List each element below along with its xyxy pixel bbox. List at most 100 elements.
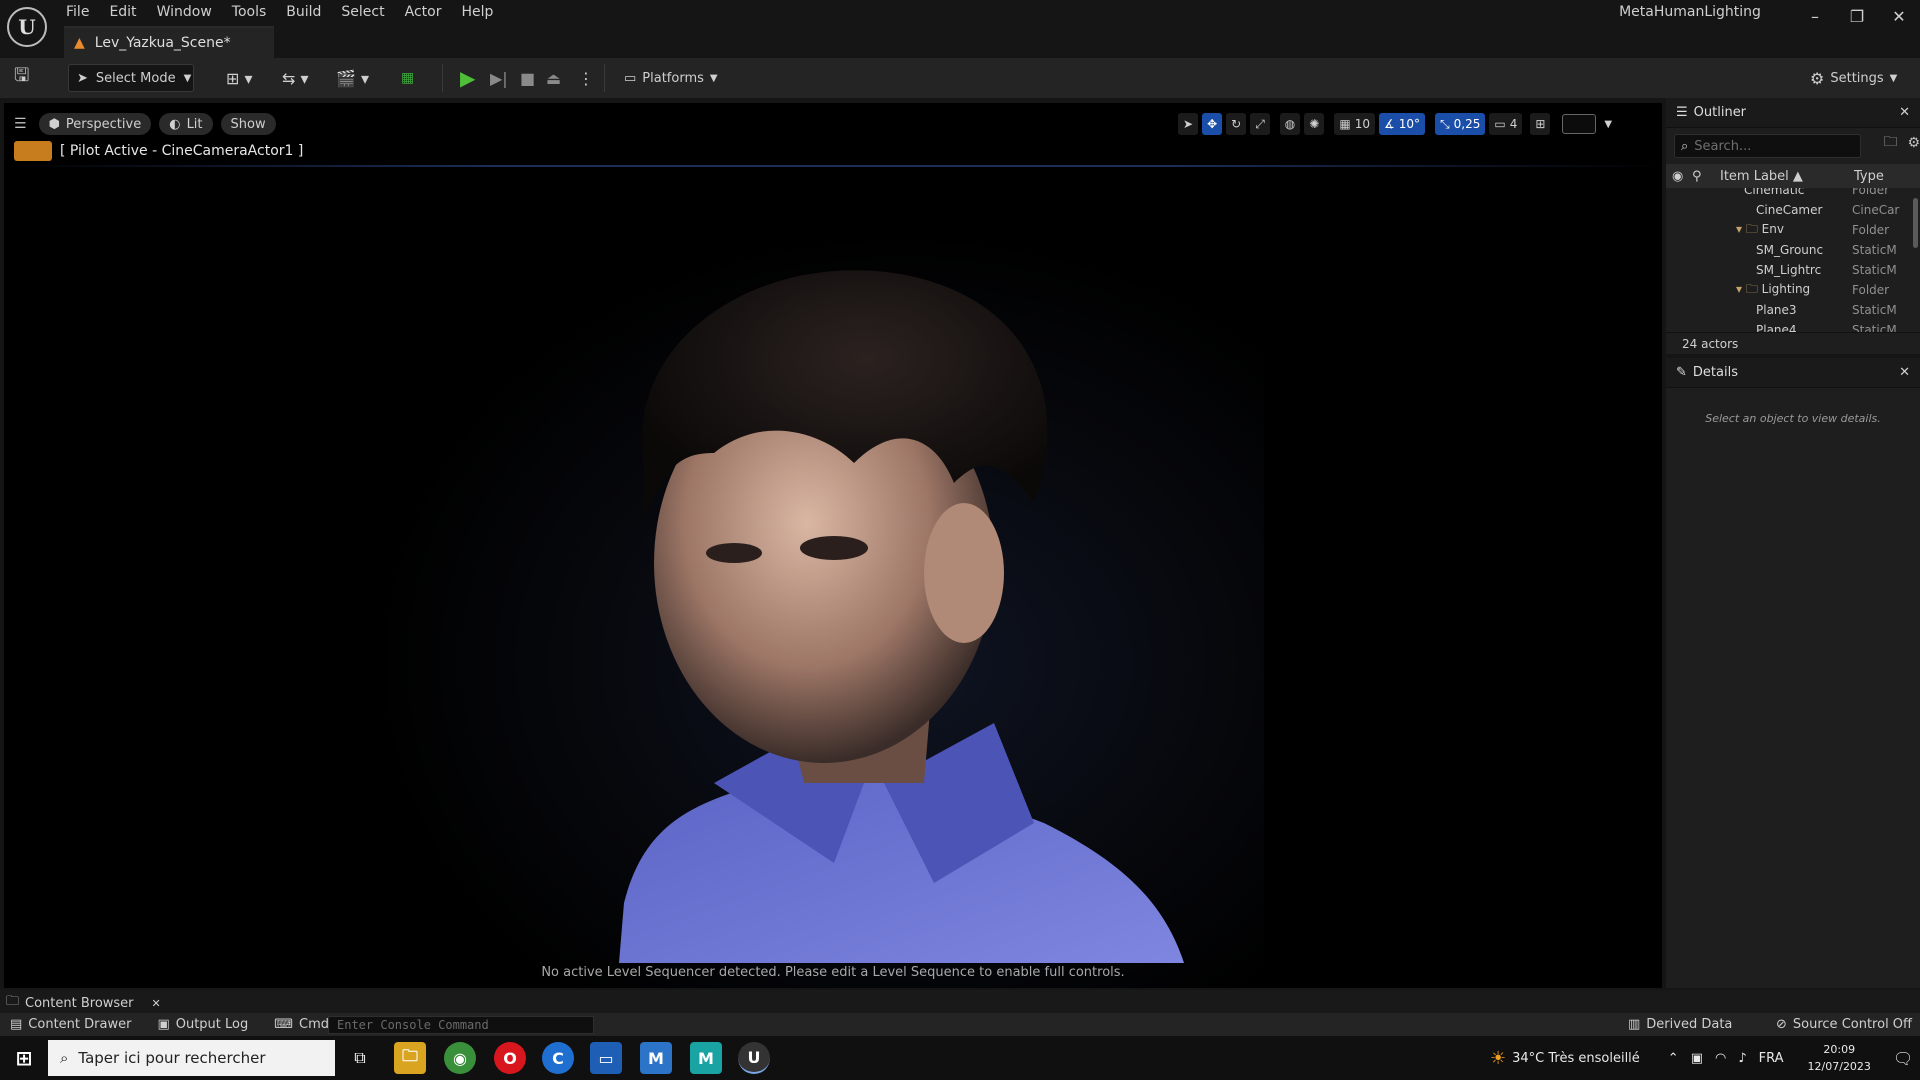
chevron-down-icon[interactable]: ▼ bbox=[1604, 119, 1612, 130]
scale-snap-button[interactable]: ⤡ 0,25 bbox=[1435, 113, 1486, 135]
maya-icon[interactable]: M bbox=[640, 1042, 672, 1074]
system-tray: ☀ 34°C Très ensoleillé ⌃ ▣ ◠ ♪ FRA 20:09… bbox=[1490, 1036, 1913, 1080]
world-space-icon[interactable]: ◍ bbox=[1279, 113, 1301, 135]
window-app-icon[interactable]: ▭ bbox=[590, 1042, 622, 1074]
tree-row-plane4[interactable]: Plane4 StaticM bbox=[1666, 320, 1920, 332]
menu-select[interactable]: Select bbox=[331, 0, 394, 24]
gear-icon[interactable]: ⚙ bbox=[1907, 135, 1920, 151]
step-icon[interactable]: ▶| bbox=[490, 64, 508, 92]
settings-dropdown[interactable]: ⚙ Settings ▼ bbox=[1810, 64, 1897, 92]
layout-icon[interactable]: ⊞ bbox=[1530, 113, 1551, 135]
save-icon[interactable]: 🖫 bbox=[14, 64, 29, 92]
menu-file[interactable]: File bbox=[56, 0, 99, 24]
show-button[interactable]: Show bbox=[220, 113, 276, 135]
tree-row-sm-ground[interactable]: SM_Grounc StaticM bbox=[1666, 240, 1920, 260]
select-mode-dropdown[interactable]: ➤ Select Mode ▼ bbox=[68, 64, 194, 92]
tree-row-lighting[interactable]: ▾ 🗀 Lighting Folder bbox=[1666, 280, 1920, 300]
more-options-icon[interactable]: ⋮ bbox=[578, 64, 594, 92]
source-control-off-icon: ⊘ bbox=[1776, 1017, 1787, 1032]
pin-icon[interactable]: ⚲ bbox=[1692, 169, 1712, 184]
add-actor-icon[interactable]: ⊞ ▾ bbox=[226, 64, 253, 92]
grid-snap-button[interactable]: ▦ 10 bbox=[1334, 113, 1375, 135]
menu-actor[interactable]: Actor bbox=[395, 0, 452, 24]
play-icon[interactable]: ▶ bbox=[460, 64, 475, 92]
rotation-snap-button[interactable]: ∡ 10° bbox=[1378, 113, 1426, 135]
visibility-icon[interactable]: ◉ bbox=[1672, 169, 1692, 184]
source-control-button[interactable]: ⊘ Source Control Off bbox=[1776, 1017, 1912, 1032]
type-column[interactable]: Type bbox=[1854, 169, 1884, 184]
level-tab-label: Lev_Yazkua_Scene* bbox=[94, 35, 231, 51]
volume-icon[interactable]: ♪ bbox=[1738, 1051, 1746, 1066]
taskbar-search[interactable]: ⌕ Taper ici pour rechercher bbox=[48, 1040, 335, 1076]
cursor-icon: ➤ bbox=[77, 70, 88, 86]
unreal-editor-icon[interactable]: U bbox=[738, 1042, 770, 1074]
add-folder-icon[interactable]: 🗀 bbox=[1883, 131, 1897, 155]
rotation-snap-value: 10° bbox=[1398, 117, 1421, 131]
viewport-menu-icon[interactable]: ☰ bbox=[14, 116, 27, 132]
notifications-icon[interactable]: 🗨 bbox=[1893, 1049, 1913, 1068]
close-icon[interactable]: ✕ bbox=[1899, 365, 1910, 380]
platforms-dropdown[interactable]: ▭ Platforms ▼ bbox=[624, 64, 718, 92]
app-c-icon[interactable]: C bbox=[542, 1042, 574, 1074]
close-icon[interactable]: ✕ bbox=[1878, 7, 1920, 26]
viewport-layout-icon[interactable] bbox=[1562, 114, 1597, 134]
restore-icon[interactable]: ❐ bbox=[1836, 7, 1878, 26]
wifi-icon[interactable]: ◠ bbox=[1715, 1051, 1726, 1066]
output-log-button[interactable]: ▣ Output Log bbox=[157, 1017, 248, 1032]
cinematics-icon[interactable]: 🎬 ▾ bbox=[336, 64, 369, 92]
weather-icon[interactable]: ☀ bbox=[1490, 1048, 1506, 1069]
camera-speed-button[interactable]: ▭ 4 bbox=[1489, 113, 1523, 135]
chrome-icon[interactable]: ◉ bbox=[444, 1042, 476, 1074]
details-empty-message: Select an object to view details. bbox=[1705, 412, 1881, 425]
modes-icon[interactable]: ▦ bbox=[401, 64, 414, 92]
scale-tool-icon[interactable]: ⤢ bbox=[1250, 113, 1270, 135]
pilot-camera-icon[interactable] bbox=[14, 141, 52, 161]
surface-snap-icon[interactable]: ✺ bbox=[1304, 113, 1325, 135]
lit-button[interactable]: ◐ Lit bbox=[159, 113, 213, 135]
content-drawer-button[interactable]: ▤ Content Drawer bbox=[10, 1017, 131, 1032]
rotate-tool-icon[interactable]: ↻ bbox=[1226, 113, 1247, 135]
tree-row-sm-lightroom[interactable]: SM_Lightrc StaticM bbox=[1666, 260, 1920, 280]
windows-start-icon[interactable]: ⊞ bbox=[8, 1042, 40, 1074]
level-tab[interactable]: ▲ Lev_Yazkua_Scene* bbox=[64, 26, 274, 58]
derived-data-button[interactable]: ▥ Derived Data bbox=[1628, 1017, 1732, 1032]
tree-row-cinecamera[interactable]: CineCamer CineCar bbox=[1666, 200, 1920, 220]
tree-row-env[interactable]: ▾ 🗀 Env Folder bbox=[1666, 220, 1920, 240]
eject-icon[interactable]: ⏏ bbox=[546, 64, 561, 92]
weather-label[interactable]: 34°C Très ensoleillé bbox=[1512, 1051, 1640, 1066]
metahuman-icon[interactable]: M bbox=[690, 1042, 722, 1074]
file-explorer-icon[interactable]: 🗀 bbox=[394, 1042, 426, 1074]
menu-edit[interactable]: Edit bbox=[99, 0, 146, 24]
menu-window[interactable]: Window bbox=[147, 0, 222, 24]
outliner-scrollbar[interactable] bbox=[1913, 198, 1918, 248]
menu-tools[interactable]: Tools bbox=[222, 0, 277, 24]
clock[interactable]: 20:09 12/07/2023 bbox=[1808, 1041, 1871, 1075]
network-icon[interactable]: ▣ bbox=[1691, 1051, 1703, 1066]
language-indicator[interactable]: FRA bbox=[1759, 1051, 1784, 1066]
platforms-label: Platforms bbox=[642, 70, 704, 86]
perspective-button[interactable]: ⬢ Perspective bbox=[38, 113, 152, 135]
select-tool-icon[interactable]: ➤ bbox=[1178, 113, 1199, 135]
close-icon[interactable]: ✕ bbox=[1899, 105, 1910, 120]
task-view-icon[interactable]: ⧉ bbox=[344, 1042, 376, 1074]
minimize-icon[interactable]: – bbox=[1794, 7, 1836, 26]
details-panel: ✎ Details ✕ Select an object to view det… bbox=[1666, 358, 1920, 988]
tree-row-plane3[interactable]: Plane3 StaticM bbox=[1666, 300, 1920, 320]
unreal-logo-icon[interactable]: U bbox=[7, 7, 47, 47]
chevron-up-icon[interactable]: ⌃ bbox=[1668, 1051, 1679, 1066]
blueprint-icon[interactable]: ⇆ ▾ bbox=[282, 64, 309, 92]
content-browser-tab[interactable]: 🗀 Content Browser ✕ bbox=[6, 994, 161, 1012]
outliner-search[interactable]: ⌕ Search... bbox=[1674, 134, 1862, 158]
close-icon[interactable]: ✕ bbox=[152, 997, 161, 1010]
translate-tool-icon[interactable]: ✥ bbox=[1202, 113, 1223, 135]
menu-build[interactable]: Build bbox=[276, 0, 331, 24]
gear-icon: ⚙ bbox=[1810, 68, 1825, 88]
item-label-column[interactable]: Item Label ▲ bbox=[1720, 169, 1850, 184]
tree-row-cinematic[interactable]: Cinematic Folder bbox=[1666, 188, 1920, 200]
opera-icon[interactable]: O bbox=[494, 1042, 526, 1074]
stop-icon[interactable]: ■ bbox=[520, 64, 535, 92]
menu-help[interactable]: Help bbox=[451, 0, 503, 24]
level-viewport[interactable]: ☰ ⬢ Perspective ◐ Lit Show [ Pilot Activ… bbox=[4, 103, 1662, 988]
grid-icon: ▦ bbox=[1339, 117, 1351, 131]
console-input[interactable]: Enter Console Command bbox=[328, 1016, 594, 1034]
